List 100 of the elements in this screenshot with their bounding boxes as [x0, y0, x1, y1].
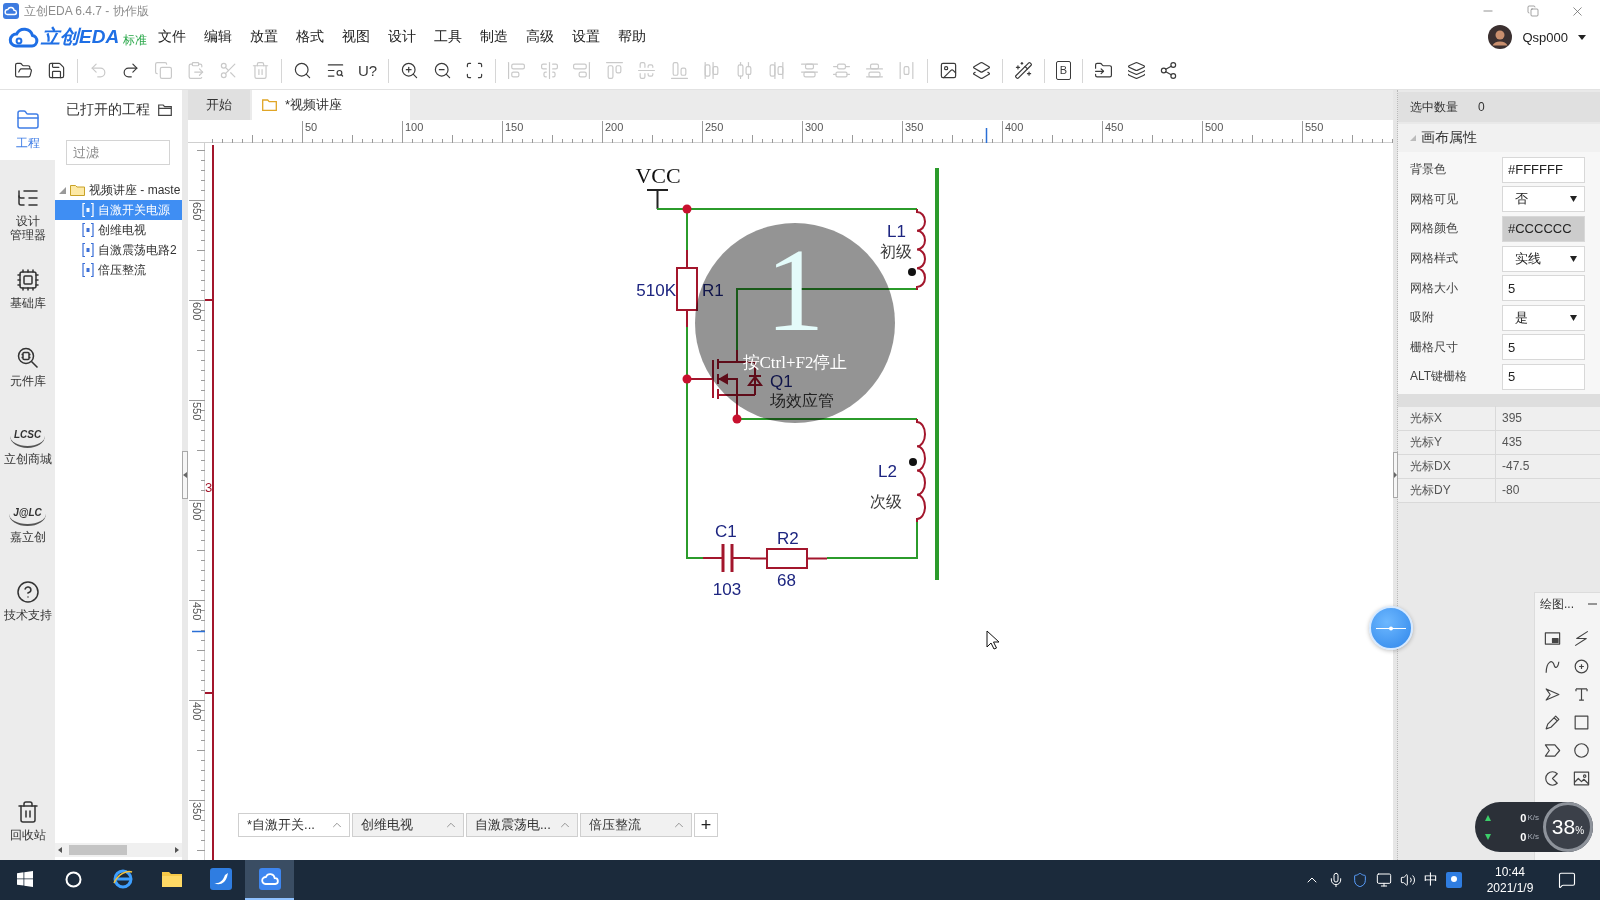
- menu-item[interactable]: 高级: [526, 28, 555, 46]
- microphone-icon[interactable]: [1328, 872, 1344, 888]
- zoom-in-icon[interactable]: [400, 61, 420, 80]
- menu-item[interactable]: 放置: [250, 28, 279, 46]
- nav-tab[interactable]: 基础库: [0, 250, 55, 320]
- monitor-icon[interactable]: [1376, 872, 1392, 888]
- section-header[interactable]: 画布属性: [1398, 124, 1600, 152]
- net-label: VCC: [635, 163, 681, 188]
- search-circle-icon[interactable]: [65, 870, 82, 888]
- menu-item[interactable]: 视图: [342, 28, 371, 46]
- add-tab-button[interactable]: +: [694, 813, 718, 837]
- app-icon: [3, 3, 19, 19]
- color-field[interactable]: #CCCCCC: [1502, 216, 1585, 242]
- text-field[interactable]: 5: [1502, 275, 1585, 302]
- ruler-label: 550: [191, 402, 203, 421]
- expand-handle[interactable]: [1393, 452, 1398, 498]
- dropdown-field[interactable]: 是: [1502, 304, 1585, 331]
- menu-item[interactable]: 文件: [158, 28, 187, 46]
- menu-item[interactable]: 制造: [480, 28, 509, 46]
- expand-triangle-icon[interactable]: [59, 186, 66, 194]
- rate-unit: K/s: [1527, 830, 1539, 843]
- property-label: 网格颜色: [1410, 220, 1459, 238]
- tree-item[interactable]: 自激震荡电路2: [55, 240, 182, 260]
- menu-item[interactable]: 编辑: [204, 28, 233, 46]
- property-label: 网格大小: [1410, 279, 1459, 297]
- menu-item[interactable]: 格式: [296, 28, 325, 46]
- ruler-label: 250: [705, 121, 724, 133]
- factory-logo: J@LC: [9, 502, 46, 526]
- menu-item[interactable]: 设置: [572, 28, 601, 46]
- document-tab[interactable]: 开始: [188, 90, 250, 120]
- sheet-tab[interactable]: *自激开关...: [238, 813, 350, 837]
- chip-icon: [15, 268, 40, 292]
- annotate-button[interactable]: U?: [358, 63, 378, 78]
- menu-item[interactable]: 设计: [388, 28, 417, 46]
- ruler-label: 500: [1205, 121, 1224, 133]
- nav-tab[interactable]: J@LC 嘉立创: [0, 484, 55, 554]
- filter-field[interactable]: 过滤: [66, 140, 170, 165]
- text-search-icon[interactable]: [325, 61, 345, 80]
- dropdown-field[interactable]: 实线: [1502, 245, 1585, 272]
- search-icon[interactable]: [293, 61, 312, 80]
- nav-tab[interactable]: 元件库: [0, 328, 55, 398]
- text-field[interactable]: 5: [1502, 334, 1585, 361]
- fit-view-icon[interactable]: [465, 61, 485, 80]
- input-method-indicator[interactable]: 中: [1424, 871, 1438, 889]
- magic-wand-icon[interactable]: [1013, 61, 1033, 80]
- ruler-label: 550: [1305, 121, 1324, 133]
- folder-icon: [15, 108, 40, 132]
- horizontal-scrollbar[interactable]: [55, 843, 182, 857]
- save-icon[interactable]: [46, 61, 66, 80]
- capacitor-symbol: [702, 542, 751, 574]
- reference-label: Q1: [770, 372, 793, 391]
- tree-item[interactable]: 视频讲座 - maste: [55, 180, 182, 200]
- sheet-tab[interactable]: 倍压整流: [580, 813, 692, 837]
- text-field[interactable]: #FFFFFF: [1502, 156, 1585, 183]
- sheet-tab[interactable]: 创维电视: [352, 813, 464, 837]
- sheet-tab[interactable]: 自激震荡电...: [466, 813, 578, 837]
- user-menu-button[interactable]: Qsp000: [1488, 25, 1586, 49]
- menu-item[interactable]: 帮助: [618, 28, 647, 46]
- folder-icon[interactable]: [160, 870, 183, 888]
- image-icon[interactable]: [939, 61, 959, 80]
- share-icon[interactable]: [1159, 61, 1179, 80]
- feather-app-icon[interactable]: [209, 868, 232, 890]
- property-label: 吸附: [1410, 309, 1435, 327]
- nav-tab[interactable]: 工程: [0, 90, 55, 160]
- folder-open-icon[interactable]: [14, 61, 33, 80]
- rate-unit: K/s: [1527, 811, 1539, 824]
- windows-logo-icon[interactable]: [16, 871, 33, 887]
- cloud-app-icon[interactable]: [258, 868, 281, 890]
- layers-icon[interactable]: [1126, 61, 1146, 80]
- nav-tab[interactable]: 回收站: [0, 782, 55, 852]
- text-field[interactable]: 5: [1502, 363, 1585, 390]
- dropdown-field[interactable]: 否: [1502, 186, 1585, 213]
- zigzag-icon[interactable]: [1572, 628, 1591, 648]
- folder-icon[interactable]: [158, 104, 172, 116]
- clock-time[interactable]: 10:44: [1495, 865, 1525, 879]
- ruler-label: 400: [1005, 121, 1024, 133]
- cursor-label: 光标X: [1398, 406, 1496, 431]
- notification-icon[interactable]: [1558, 871, 1576, 889]
- circle-icon[interactable]: [1572, 740, 1591, 760]
- rate-value: 0: [1520, 811, 1527, 824]
- board-button[interactable]: B: [1055, 61, 1072, 80]
- taskbar-button[interactable]: [245, 860, 294, 900]
- document-tab[interactable]: *视频讲座: [252, 90, 410, 120]
- nav-tab[interactable]: 技术支持: [0, 562, 55, 632]
- clock-date[interactable]: 2021/1/9: [1486, 881, 1534, 895]
- layers-icon[interactable]: [971, 61, 991, 80]
- zoom-out-icon[interactable]: [432, 61, 452, 80]
- folder-arrow-icon[interactable]: [1094, 61, 1114, 80]
- collapse-handle[interactable]: [182, 451, 188, 499]
- app-tray-icon[interactable]: [1446, 872, 1462, 888]
- tree-item[interactable]: 创维电视: [55, 220, 182, 240]
- redo-icon[interactable]: [121, 61, 140, 80]
- speaker-icon[interactable]: [1400, 872, 1416, 888]
- browser-icon[interactable]: [111, 868, 134, 890]
- nav-tab[interactable]: 设计管理器: [0, 168, 55, 242]
- menu-item[interactable]: 工具: [434, 28, 463, 46]
- schematic-file-icon: [82, 203, 94, 217]
- shield-icon[interactable]: [1352, 872, 1368, 888]
- nav-tab[interactable]: LCSC 立创商城: [0, 406, 55, 476]
- tree-item[interactable]: 倍压整流: [55, 260, 182, 280]
